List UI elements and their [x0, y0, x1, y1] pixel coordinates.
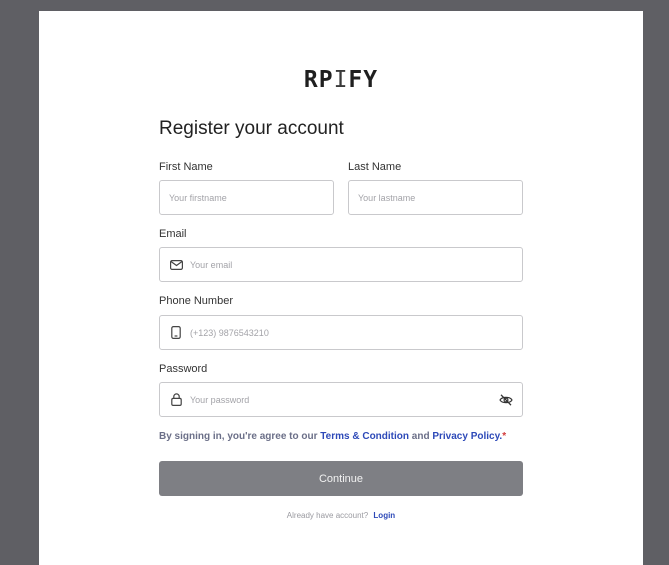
phone-icon: [169, 326, 183, 340]
terms-link[interactable]: Terms & Condition: [320, 431, 409, 442]
last-name-field: [348, 180, 523, 215]
brand-logo: RPIFY: [303, 67, 379, 93]
password-input[interactable]: [190, 394, 493, 405]
mail-icon: [169, 258, 183, 272]
login-prompt: Already have account? Login: [39, 511, 643, 520]
phone-input[interactable]: [190, 327, 513, 338]
password-field: [159, 382, 523, 417]
email-field: [159, 247, 523, 282]
terms-and: and: [411, 431, 430, 442]
login-link[interactable]: Login: [373, 511, 395, 520]
register-card: RPIFY Register your account First Name L…: [39, 11, 643, 565]
email-label: Email: [159, 228, 187, 240]
lock-icon: [169, 393, 183, 407]
eye-off-icon[interactable]: [499, 393, 513, 407]
continue-button[interactable]: Continue: [159, 461, 523, 496]
first-name-input[interactable]: [169, 192, 324, 203]
last-name-input[interactable]: [358, 192, 513, 203]
password-label: Password: [159, 363, 208, 375]
required-mark: *: [502, 431, 507, 442]
phone-label: Phone Number: [159, 295, 233, 307]
privacy-link[interactable]: Privacy Policy.: [432, 431, 502, 442]
phone-field: [159, 315, 523, 350]
terms-prefix: By signing in, you're agree to our: [159, 431, 318, 442]
page-title: Register your account: [159, 118, 344, 139]
email-input[interactable]: [190, 259, 513, 270]
login-prompt-text: Already have account?: [286, 511, 369, 520]
first-name-label: First Name: [159, 161, 213, 173]
first-name-field: [159, 180, 334, 215]
terms-text: By signing in, you're agree to our Terms…: [159, 430, 519, 443]
last-name-label: Last Name: [348, 161, 402, 173]
